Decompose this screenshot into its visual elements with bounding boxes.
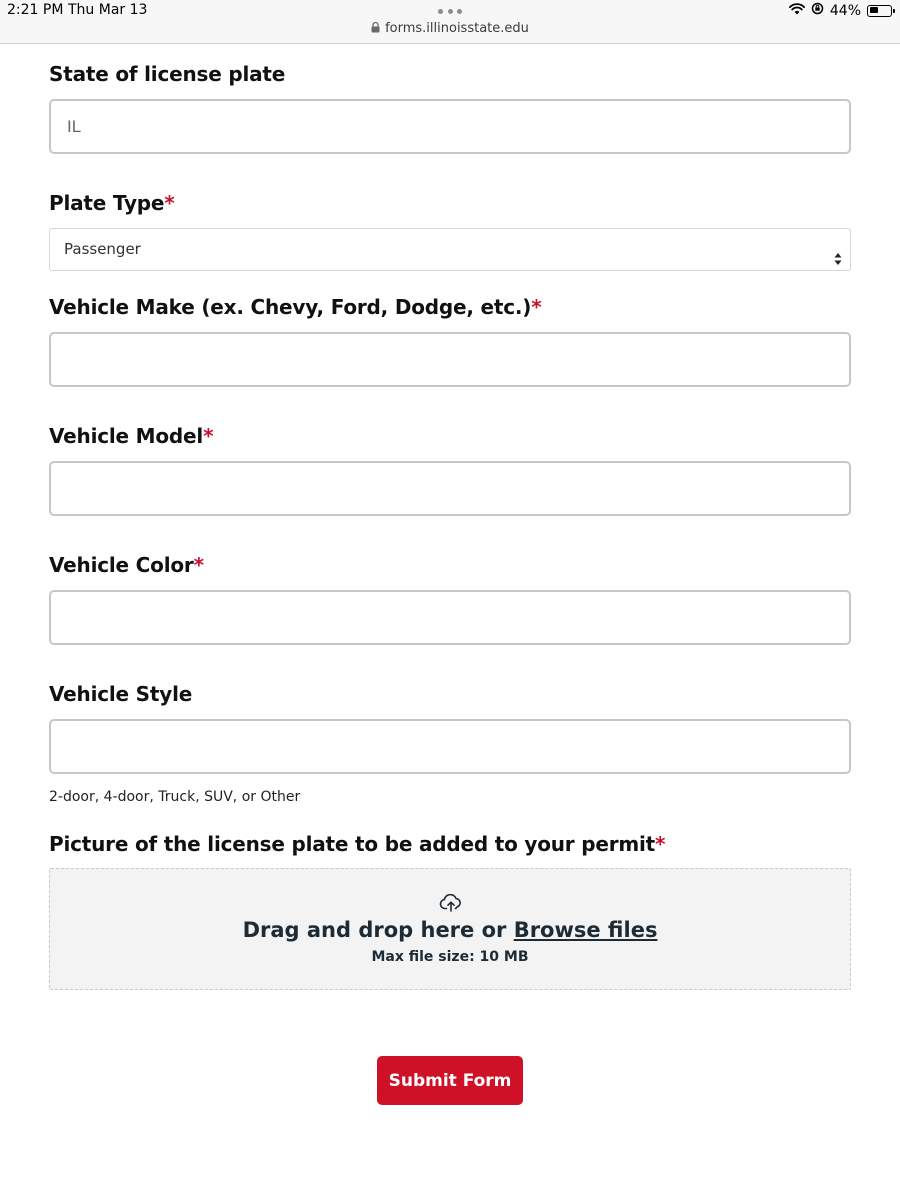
plate-type-selected: Passenger [64,240,141,258]
max-file-size: Max file size: 10 MB [371,949,529,965]
wifi-icon [788,2,805,19]
cloud-upload-icon [439,893,463,916]
battery-percent: 44% [829,2,861,19]
vehicle-model-label: Vehicle Model* [49,424,214,448]
status-date: Thu Mar 13 [68,2,148,18]
vehicle-style-input[interactable] [49,719,851,774]
state-of-plate-label: State of license plate [49,62,286,86]
required-marker: * [203,424,214,448]
vehicle-color-label: Vehicle Color* [49,553,204,577]
plate-picture-label: Picture of the license plate to be added… [49,832,666,856]
state-of-plate-value: IL [67,117,82,136]
status-indicators: 44% [788,2,895,19]
vehicle-make-label: Vehicle Make (ex. Chevy, Ford, Dodge, et… [49,295,542,319]
url-text: forms.illinoisstate.edu [385,21,529,36]
multitasking-dots-icon[interactable] [438,9,462,15]
dropzone-text: Drag and drop here or Browse files [242,918,658,942]
vehicle-make-input[interactable] [49,332,851,387]
battery-icon [867,4,895,17]
status-time: 2:21 PM [7,2,64,18]
address-bar[interactable]: forms.illinoisstate.edu [0,21,900,37]
required-marker: * [193,553,204,577]
plate-type-label: Plate Type* [49,191,175,215]
status-bar: 2:21 PM Thu Mar 13 forms.illinoisstate.e… [0,0,900,44]
browse-files-link[interactable]: Browse files [514,918,658,942]
required-marker: * [655,832,666,856]
file-dropzone[interactable]: Drag and drop here or Browse files Max f… [49,868,851,990]
orientation-lock-icon [811,2,824,19]
vehicle-style-hint: 2-door, 4-door, Truck, SUV, or Other [49,789,301,805]
required-marker: * [531,295,542,319]
vehicle-style-label: Vehicle Style [49,682,193,706]
state-of-plate-input[interactable]: IL [49,99,851,154]
lock-icon [371,21,380,37]
select-arrows-icon [834,242,842,265]
vehicle-model-input[interactable] [49,461,851,516]
plate-type-select[interactable]: Passenger [49,228,851,271]
submit-form-button[interactable]: Submit Form [377,1056,523,1105]
required-marker: * [164,191,175,215]
vehicle-color-input[interactable] [49,590,851,645]
